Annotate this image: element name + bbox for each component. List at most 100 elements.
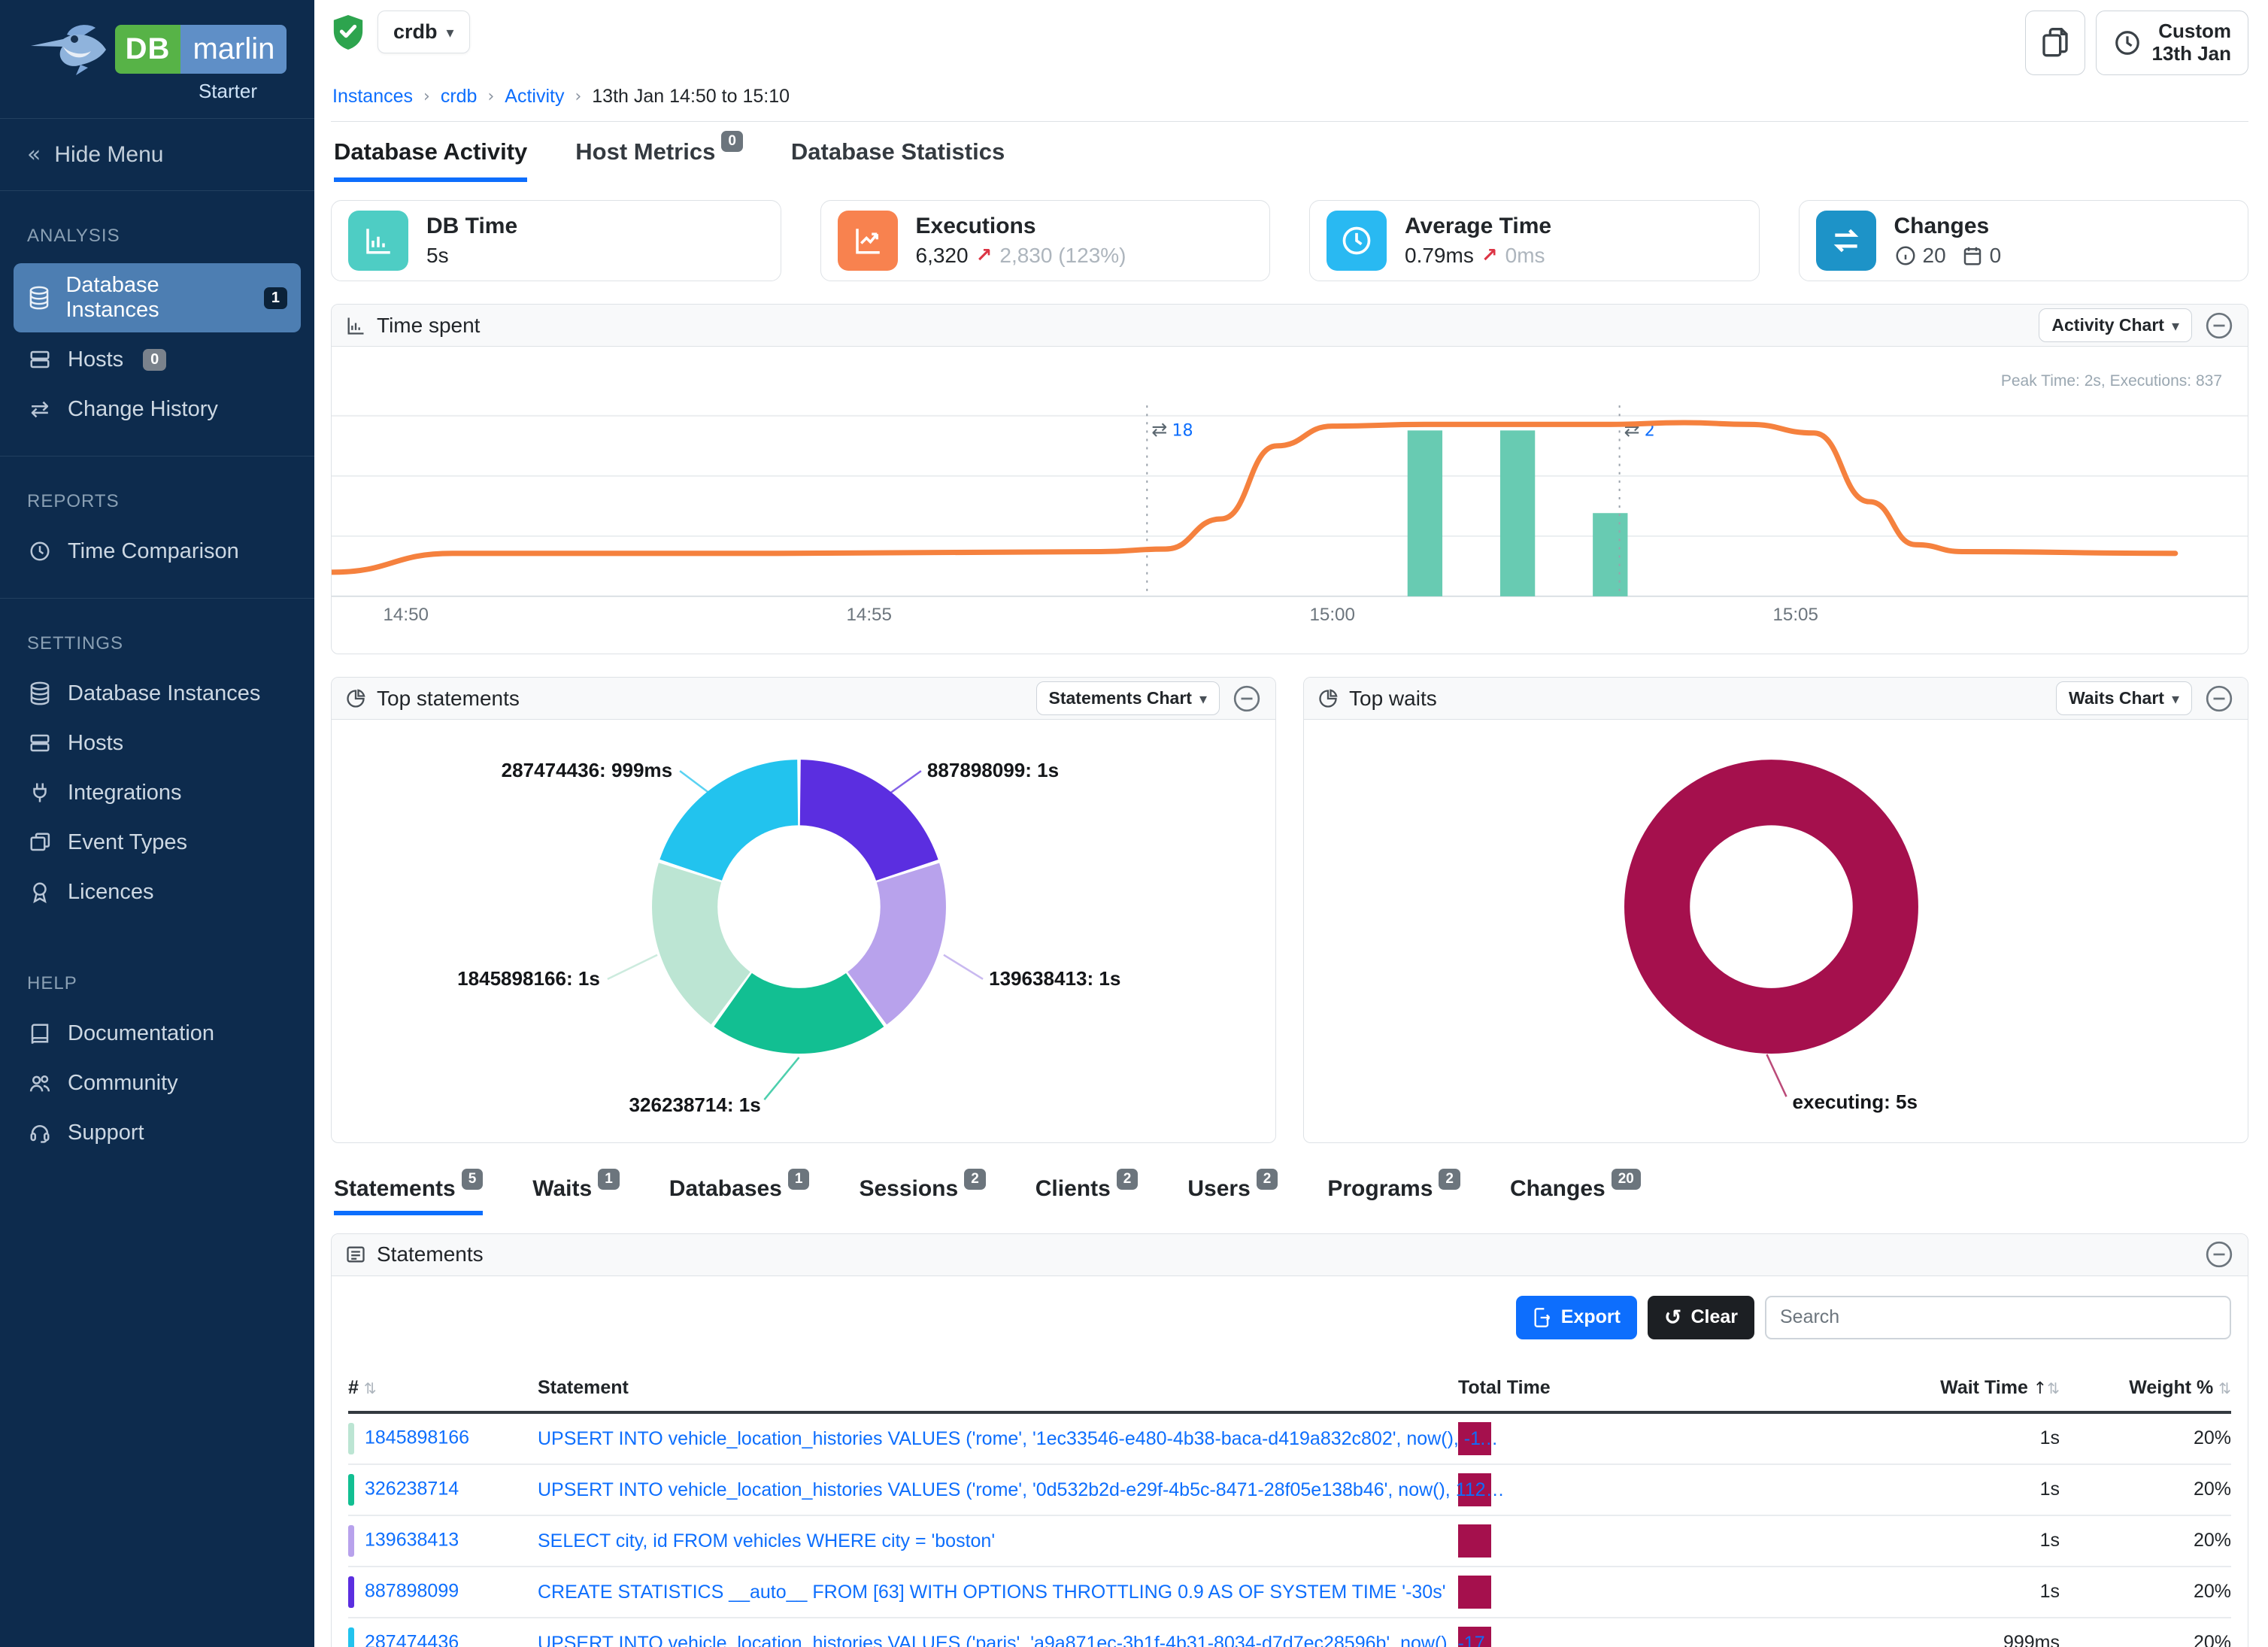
- detail-tab-clients[interactable]: Clients 2: [1035, 1176, 1139, 1215]
- top-statements-panel: Top statements Statements Chart ▾ 887898…: [331, 677, 1276, 1142]
- statement-color-bar: [348, 1576, 354, 1608]
- list-icon: [345, 1244, 366, 1265]
- sidebar-item-hosts[interactable]: Hosts 0: [14, 337, 301, 382]
- label-leader-line: [608, 955, 657, 979]
- donut-slice[interactable]: [800, 760, 938, 881]
- detail-tab-programs[interactable]: Programs 2: [1327, 1176, 1460, 1215]
- total-time-bar: [1458, 1576, 1491, 1609]
- statements-chart-selector[interactable]: Statements Chart ▾: [1036, 681, 1220, 715]
- donut-slice[interactable]: [659, 760, 798, 881]
- plug-icon: [27, 780, 53, 805]
- sidebar-item-licences[interactable]: Licences: [14, 869, 301, 914]
- statement-link[interactable]: UPSERT INTO vehicle_location_histories V…: [538, 1479, 1508, 1501]
- statement-id-link[interactable]: 887898099: [365, 1580, 459, 1601]
- column-header-wait-time[interactable]: Wait Time ↑⇅: [1812, 1365, 2060, 1412]
- column-header-total-time[interactable]: Total Time: [1458, 1365, 1812, 1412]
- time-spent-chart[interactable]: ⇄18⇄214:5014:5515:0015:05: [332, 392, 2248, 642]
- sort-icon: ⇅: [2218, 1379, 2231, 1397]
- copy-icon: [2040, 26, 2070, 59]
- sidebar-item-integrations[interactable]: Integrations: [14, 770, 301, 815]
- chevron-down-icon: ▾: [447, 23, 454, 41]
- detail-tabs: Statements 5 Waits 1 Databases 1 Session…: [331, 1176, 2248, 1215]
- panel-title: Top statements: [377, 687, 520, 711]
- sidebar-item-documentation[interactable]: Documentation: [14, 1011, 301, 1056]
- sidebar-item-database-instances[interactable]: Database Instances 1: [14, 263, 301, 332]
- chevron-down-icon: ▾: [2172, 690, 2179, 708]
- collapse-panel-button[interactable]: [2204, 311, 2234, 341]
- statement-link[interactable]: UPSERT INTO vehicle_location_histories V…: [538, 1633, 1508, 1647]
- detail-tab-waits[interactable]: Waits 1: [532, 1176, 619, 1215]
- top-waits-donut-chart[interactable]: executing: 5s: [1304, 720, 2248, 1142]
- x-axis-tick: 14:55: [846, 605, 891, 625]
- detail-tab-changes[interactable]: Changes 20: [1510, 1176, 1641, 1215]
- bar-chart-icon: [348, 211, 408, 271]
- detail-tab-databases[interactable]: Databases 1: [669, 1176, 810, 1215]
- search-input[interactable]: [1765, 1296, 2231, 1339]
- waits-chart-selector[interactable]: Waits Chart ▾: [2056, 681, 2192, 715]
- sidebar-item-support[interactable]: Support: [14, 1110, 301, 1155]
- executions-bar[interactable]: [1593, 513, 1627, 596]
- column-header-weight[interactable]: Weight % ⇅: [2060, 1365, 2231, 1412]
- clock-icon: [2113, 29, 2142, 57]
- breadcrumb-activity[interactable]: Activity: [505, 86, 564, 108]
- breadcrumb-crdb[interactable]: crdb: [441, 86, 478, 108]
- tab-database-statistics[interactable]: Database Statistics: [791, 138, 1005, 182]
- collapse-panel-button[interactable]: [2204, 684, 2234, 714]
- column-header-id[interactable]: # ⇅: [348, 1365, 538, 1412]
- time-range-button[interactable]: Custom 13th Jan: [2096, 11, 2249, 75]
- kpi-value: 6,320: [916, 244, 969, 268]
- statement-id-link[interactable]: 287474436: [365, 1631, 459, 1647]
- collapse-panel-button[interactable]: [2204, 1239, 2234, 1269]
- tab-count-badge: 0: [721, 131, 743, 152]
- statement-link[interactable]: UPSERT INTO vehicle_location_histories V…: [538, 1428, 1508, 1450]
- top-statements-donut-chart[interactable]: 887898099: 1s139638413: 1s326238714: 1s1…: [332, 720, 1275, 1142]
- statement-id-link[interactable]: 1845898166: [365, 1427, 469, 1448]
- tab-database-activity[interactable]: Database Activity: [334, 138, 527, 182]
- sidebar: DB marlin Starter « Hide Menu ANALYSIS D…: [0, 0, 314, 1647]
- breadcrumb-instances[interactable]: Instances: [332, 86, 413, 108]
- collapse-panel-button[interactable]: [1232, 684, 1262, 714]
- x-axis-tick: 15:05: [1772, 605, 1818, 625]
- main-tabs: Database Activity Host Metrics 0 Databas…: [331, 122, 2248, 182]
- clear-button[interactable]: ↺ Clear: [1648, 1296, 1754, 1339]
- changes-info-count: 20: [1923, 244, 1946, 268]
- sidebar-item-hosts-settings[interactable]: Hosts: [14, 720, 301, 766]
- hide-menu-button[interactable]: « Hide Menu: [0, 119, 314, 190]
- statement-link[interactable]: SELECT city, id FROM vehicles WHERE city…: [538, 1530, 995, 1552]
- sidebar-item-time-comparison[interactable]: Time Comparison: [14, 529, 301, 574]
- sidebar-item-database-instances-settings[interactable]: Database Instances: [14, 671, 301, 716]
- label-leader-line: [1766, 1054, 1786, 1096]
- table-row: 287474436 UPSERT INTO vehicle_location_h…: [348, 1618, 2231, 1647]
- statement-id-link[interactable]: 139638413: [365, 1529, 459, 1550]
- db-time-line[interactable]: [332, 423, 2176, 572]
- detail-tab-users[interactable]: Users 2: [1187, 1176, 1278, 1215]
- instance-selector[interactable]: crdb ▾: [377, 11, 470, 53]
- table-row: 326238714 UPSERT INTO vehicle_location_h…: [348, 1464, 2231, 1515]
- executions-bar[interactable]: [1500, 430, 1535, 596]
- statement-color-bar: [348, 1474, 354, 1506]
- sidebar-item-change-history[interactable]: ⇄ Change History: [14, 387, 301, 432]
- column-header-statement[interactable]: Statement: [538, 1365, 1458, 1412]
- executions-bar[interactable]: [1408, 430, 1442, 596]
- weight-value: 20%: [2060, 1464, 2231, 1515]
- copy-link-button[interactable]: [2025, 11, 2085, 75]
- change-marker[interactable]: ⇄18: [1151, 418, 1193, 440]
- donut-slice[interactable]: [1657, 793, 1886, 1021]
- activity-chart-selector[interactable]: Activity Chart ▾: [2039, 308, 2192, 342]
- tab-host-metrics[interactable]: Host Metrics 0: [575, 138, 743, 182]
- statement-id-link[interactable]: 326238714: [365, 1478, 459, 1499]
- wait-time-value: 1s: [1812, 1567, 2060, 1618]
- pie-chart-icon: [1317, 688, 1339, 709]
- export-button[interactable]: Export: [1516, 1296, 1637, 1339]
- database-icon: [27, 285, 50, 311]
- sort-icon: ⇅: [2047, 1379, 2060, 1397]
- sidebar-item-event-types[interactable]: Event Types: [14, 820, 301, 865]
- statement-link[interactable]: CREATE STATISTICS __auto__ FROM [63] WIT…: [538, 1582, 1445, 1603]
- undo-icon: ↺: [1664, 1305, 1681, 1330]
- detail-tab-sessions[interactable]: Sessions 2: [859, 1176, 985, 1215]
- sidebar-item-community[interactable]: Community: [14, 1060, 301, 1106]
- logo[interactable]: DB marlin Starter: [0, 0, 314, 118]
- detail-tab-statements[interactable]: Statements 5: [334, 1176, 483, 1215]
- dbmarlin-app: DB marlin Starter « Hide Menu ANALYSIS D…: [0, 0, 2268, 1647]
- breadcrumb: Instances › crdb › Activity › 13th Jan 1…: [332, 86, 2248, 108]
